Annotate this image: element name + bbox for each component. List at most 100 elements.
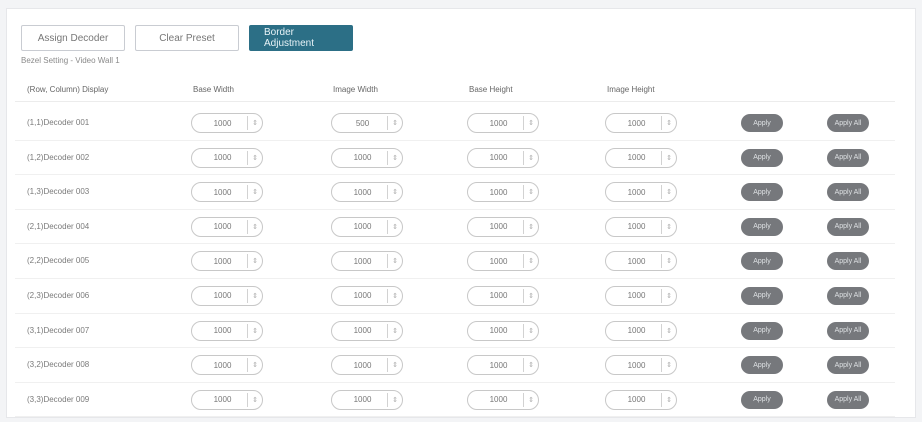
- image-width-stepper[interactable]: 1000 ⇕: [331, 216, 403, 237]
- stepper-icon[interactable]: ⇕: [662, 292, 676, 300]
- stepper-icon[interactable]: ⇕: [388, 292, 402, 300]
- image-width-stepper[interactable]: 1000 ⇕: [331, 389, 403, 410]
- stepper-icon[interactable]: ⇕: [662, 257, 676, 265]
- base-height-stepper[interactable]: 1000 ⇕: [467, 147, 539, 168]
- stepper-value[interactable]: 1000: [468, 257, 523, 266]
- stepper-value[interactable]: 1000: [332, 188, 387, 197]
- stepper-icon[interactable]: ⇕: [388, 257, 402, 265]
- stepper-value[interactable]: 1000: [192, 326, 247, 335]
- stepper-icon[interactable]: ⇕: [524, 119, 538, 127]
- stepper-value[interactable]: 1000: [606, 291, 661, 300]
- apply-all-button[interactable]: Apply All: [827, 356, 869, 375]
- apply-all-button[interactable]: Apply All: [827, 390, 869, 409]
- image-height-stepper[interactable]: 1000 ⇕: [605, 147, 677, 168]
- apply-all-button[interactable]: Apply All: [827, 252, 869, 271]
- image-width-stepper[interactable]: 1000 ⇕: [331, 251, 403, 272]
- stepper-icon[interactable]: ⇕: [662, 119, 676, 127]
- stepper-value[interactable]: 1000: [606, 119, 661, 128]
- stepper-icon[interactable]: ⇕: [388, 154, 402, 162]
- image-width-stepper[interactable]: 1000 ⇕: [331, 182, 403, 203]
- stepper-value[interactable]: 1000: [192, 188, 247, 197]
- stepper-icon[interactable]: ⇕: [248, 361, 262, 369]
- stepper-icon[interactable]: ⇕: [248, 327, 262, 335]
- stepper-value[interactable]: 1000: [468, 188, 523, 197]
- apply-all-button[interactable]: Apply All: [827, 148, 869, 167]
- stepper-value[interactable]: 1000: [606, 188, 661, 197]
- base-width-stepper[interactable]: 1000 ⇕: [191, 251, 263, 272]
- apply-all-button[interactable]: Apply All: [827, 321, 869, 340]
- stepper-value[interactable]: 1000: [332, 326, 387, 335]
- stepper-icon[interactable]: ⇕: [524, 327, 538, 335]
- base-width-stepper[interactable]: 1000 ⇕: [191, 182, 263, 203]
- apply-all-button[interactable]: Apply All: [827, 217, 869, 236]
- image-height-stepper[interactable]: 1000 ⇕: [605, 355, 677, 376]
- stepper-value[interactable]: 1000: [606, 222, 661, 231]
- stepper-icon[interactable]: ⇕: [388, 396, 402, 404]
- apply-button[interactable]: Apply: [741, 286, 783, 305]
- image-height-stepper[interactable]: 1000 ⇕: [605, 216, 677, 237]
- stepper-icon[interactable]: ⇕: [388, 119, 402, 127]
- apply-button[interactable]: Apply: [741, 321, 783, 340]
- stepper-icon[interactable]: ⇕: [524, 223, 538, 231]
- stepper-value[interactable]: 1000: [332, 257, 387, 266]
- stepper-value[interactable]: 1000: [192, 395, 247, 404]
- stepper-value[interactable]: 1000: [606, 395, 661, 404]
- base-height-stepper[interactable]: 1000 ⇕: [467, 216, 539, 237]
- image-height-stepper[interactable]: 1000 ⇕: [605, 389, 677, 410]
- base-width-stepper[interactable]: 1000 ⇕: [191, 320, 263, 341]
- base-width-stepper[interactable]: 1000 ⇕: [191, 285, 263, 306]
- base-width-stepper[interactable]: 1000 ⇕: [191, 389, 263, 410]
- stepper-value[interactable]: 1000: [606, 361, 661, 370]
- stepper-icon[interactable]: ⇕: [524, 396, 538, 404]
- base-height-stepper[interactable]: 1000 ⇕: [467, 182, 539, 203]
- stepper-value[interactable]: 1000: [332, 395, 387, 404]
- stepper-icon[interactable]: ⇕: [248, 292, 262, 300]
- apply-button[interactable]: Apply: [741, 252, 783, 271]
- base-height-stepper[interactable]: 1000 ⇕: [467, 355, 539, 376]
- stepper-value[interactable]: 1000: [192, 291, 247, 300]
- base-height-stepper[interactable]: 1000 ⇕: [467, 320, 539, 341]
- stepper-icon[interactable]: ⇕: [662, 396, 676, 404]
- stepper-value[interactable]: 1000: [468, 395, 523, 404]
- stepper-value[interactable]: 500: [332, 119, 387, 128]
- stepper-icon[interactable]: ⇕: [388, 223, 402, 231]
- apply-button[interactable]: Apply: [741, 148, 783, 167]
- stepper-value[interactable]: 1000: [192, 222, 247, 231]
- base-height-stepper[interactable]: 1000 ⇕: [467, 113, 539, 133]
- base-height-stepper[interactable]: 1000 ⇕: [467, 285, 539, 306]
- base-height-stepper[interactable]: 1000 ⇕: [467, 251, 539, 272]
- base-width-stepper[interactable]: 1000 ⇕: [191, 147, 263, 168]
- image-width-stepper[interactable]: 1000 ⇕: [331, 355, 403, 376]
- border-adjustment-button[interactable]: Border Adjustment: [249, 25, 353, 51]
- base-width-stepper[interactable]: 1000 ⇕: [191, 355, 263, 376]
- stepper-value[interactable]: 1000: [468, 291, 523, 300]
- image-height-stepper[interactable]: 1000 ⇕: [605, 251, 677, 272]
- stepper-icon[interactable]: ⇕: [662, 188, 676, 196]
- image-width-stepper[interactable]: 1000 ⇕: [331, 147, 403, 168]
- stepper-icon[interactable]: ⇕: [662, 327, 676, 335]
- stepper-icon[interactable]: ⇕: [524, 188, 538, 196]
- stepper-value[interactable]: 1000: [332, 153, 387, 162]
- apply-button[interactable]: Apply: [741, 114, 783, 132]
- stepper-value[interactable]: 1000: [468, 119, 523, 128]
- stepper-icon[interactable]: ⇕: [662, 223, 676, 231]
- stepper-value[interactable]: 1000: [192, 119, 247, 128]
- image-width-stepper[interactable]: 1000 ⇕: [331, 285, 403, 306]
- stepper-icon[interactable]: ⇕: [248, 396, 262, 404]
- stepper-icon[interactable]: ⇕: [388, 361, 402, 369]
- stepper-icon[interactable]: ⇕: [248, 257, 262, 265]
- assign-decoder-button[interactable]: Assign Decoder: [21, 25, 125, 51]
- stepper-value[interactable]: 1000: [468, 222, 523, 231]
- stepper-value[interactable]: 1000: [606, 326, 661, 335]
- clear-preset-button[interactable]: Clear Preset: [135, 25, 239, 51]
- apply-all-button[interactable]: Apply All: [827, 114, 869, 132]
- stepper-value[interactable]: 1000: [332, 291, 387, 300]
- image-height-stepper[interactable]: 1000 ⇕: [605, 320, 677, 341]
- image-height-stepper[interactable]: 1000 ⇕: [605, 182, 677, 203]
- stepper-value[interactable]: 1000: [468, 326, 523, 335]
- stepper-icon[interactable]: ⇕: [524, 361, 538, 369]
- stepper-icon[interactable]: ⇕: [248, 119, 262, 127]
- stepper-value[interactable]: 1000: [192, 153, 247, 162]
- stepper-value[interactable]: 1000: [606, 257, 661, 266]
- apply-button[interactable]: Apply: [741, 217, 783, 236]
